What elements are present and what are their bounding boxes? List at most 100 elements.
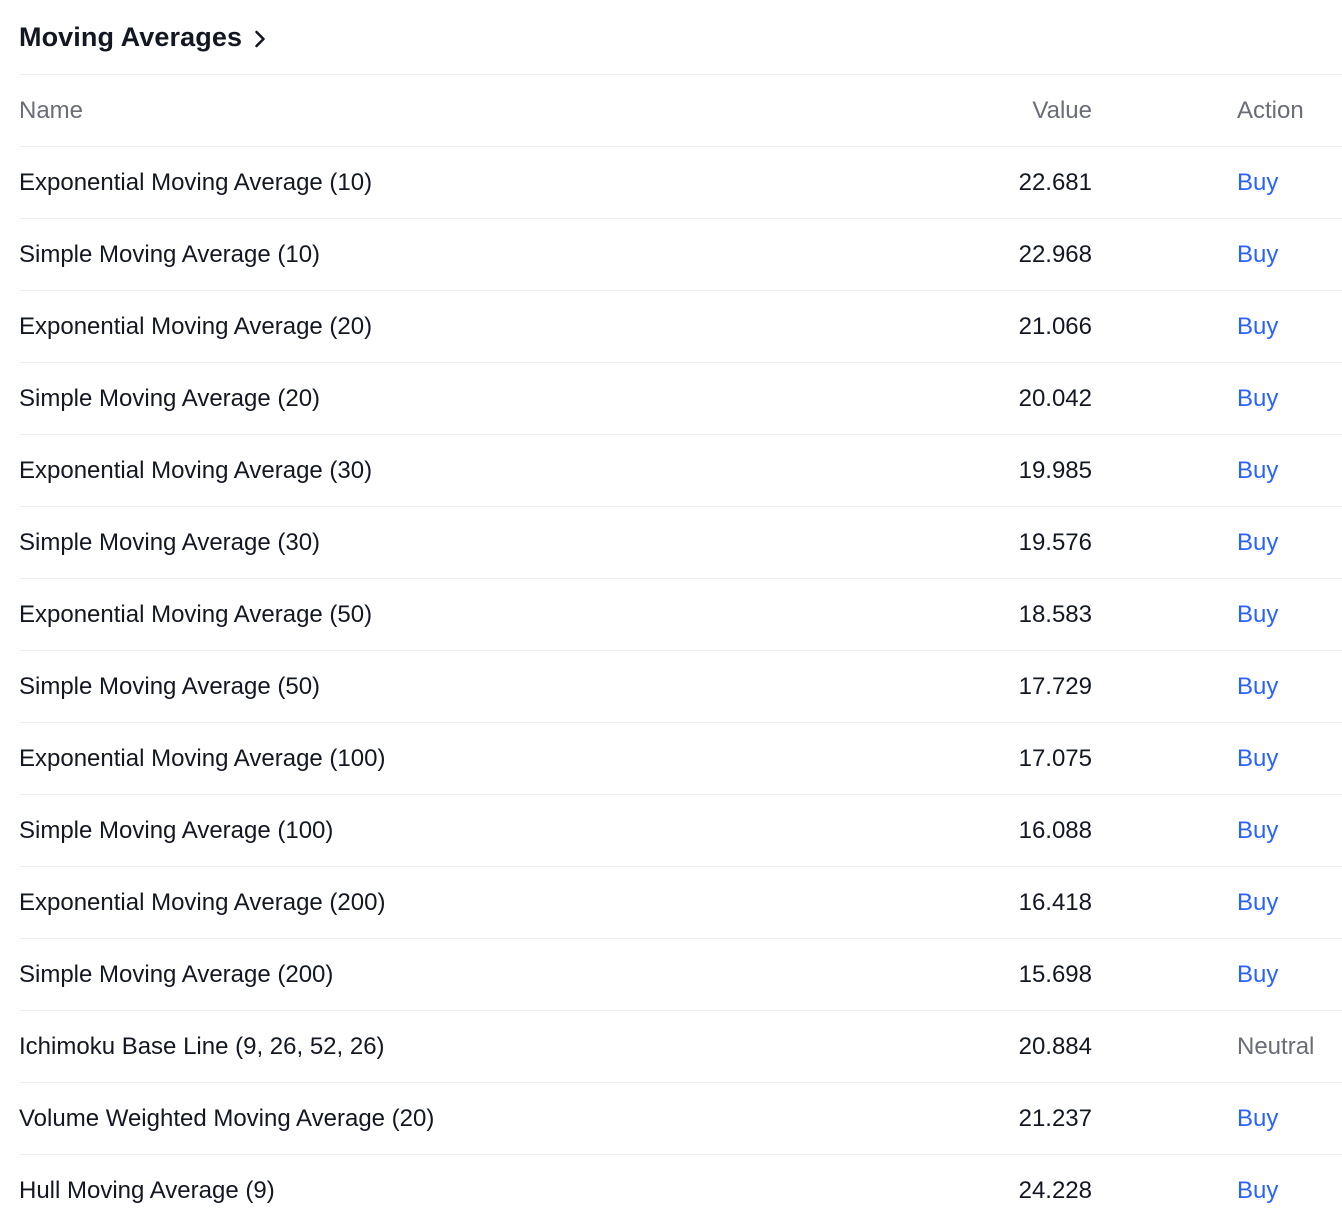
action-cell: Buy — [1237, 290, 1342, 363]
action-cell: Buy — [1237, 362, 1342, 435]
indicator-value: 22.681 — [899, 146, 1092, 219]
column-spacer — [1092, 75, 1237, 147]
action-buy-link[interactable]: Buy — [1237, 745, 1278, 772]
moving-averages-table: Name Value Action Exponential Moving Ave… — [19, 75, 1342, 1226]
indicator-name: Ichimoku Base Line (9, 26, 52, 26) — [19, 1010, 899, 1083]
table-row: Exponential Moving Average (10) 22.681 Buy — [19, 146, 1342, 219]
action-buy-link[interactable]: Buy — [1237, 385, 1278, 412]
table-row: Exponential Moving Average (200) 16.418 Bu… — [19, 866, 1342, 939]
action-cell: Buy — [1237, 722, 1342, 795]
indicator-value: 19.985 — [899, 434, 1092, 507]
indicator-value: 16.088 — [899, 794, 1092, 867]
indicator-name: Exponential Moving Average (100) — [19, 722, 899, 795]
action-cell: Buy — [1237, 866, 1342, 939]
table-row: Simple Moving Average (200) 15.698 Buy — [19, 938, 1342, 1011]
row-spacer — [1092, 362, 1237, 435]
indicator-value: 21.066 — [899, 290, 1092, 363]
table-row: Simple Moving Average (30) 19.576 Buy — [19, 506, 1342, 579]
row-spacer — [1092, 794, 1237, 867]
action-buy-link[interactable]: Buy — [1237, 817, 1278, 844]
indicator-name: Exponential Moving Average (200) — [19, 866, 899, 939]
row-spacer — [1092, 506, 1237, 579]
action-buy-link[interactable]: Buy — [1237, 529, 1278, 556]
indicator-name: Simple Moving Average (100) — [19, 794, 899, 867]
row-spacer — [1092, 866, 1237, 939]
indicator-value: 24.228 — [1018, 1176, 1092, 1204]
indicator-value: 20.884 — [899, 1010, 1092, 1083]
row-spacer — [1092, 1082, 1237, 1155]
indicator-value: 18.583 — [899, 578, 1092, 651]
action-buy-link[interactable]: Buy — [1237, 169, 1278, 196]
section-title-link[interactable]: Moving Averages — [19, 0, 266, 75]
indicator-name: Exponential Moving Average (20) — [19, 290, 899, 363]
row-spacer — [1092, 722, 1237, 795]
action-cell: Buy — [1237, 938, 1342, 1011]
indicator-name: Simple Moving Average (30) — [19, 506, 899, 579]
action-cell: Buy — [1237, 1082, 1342, 1155]
action-buy-link[interactable]: Buy — [1237, 1177, 1278, 1204]
column-header-name: Name — [19, 75, 899, 147]
chevron-right-icon — [255, 30, 265, 47]
action-buy-link[interactable]: Buy — [1237, 673, 1278, 700]
action-cell: Buy — [1237, 506, 1342, 579]
action-buy-link[interactable]: Buy — [1237, 1105, 1278, 1132]
indicator-name: Exponential Moving Average (30) — [19, 434, 899, 507]
row-spacer — [1092, 290, 1237, 363]
indicator-value: 19.576 — [899, 506, 1092, 579]
action-cell: Buy — [1237, 434, 1342, 507]
indicator-name: Exponential Moving Average (50) — [19, 578, 899, 651]
indicator-name: Simple Moving Average (20) — [19, 362, 899, 435]
table-row: Exponential Moving Average (100) 17.075 Bu… — [19, 722, 1342, 795]
table-row: Simple Moving Average (100) 16.088 Buy — [19, 794, 1342, 867]
table-body: Exponential Moving Average (10) 22.681 Buy… — [19, 146, 1342, 1227]
table-row: Exponential Moving Average (30) 19.985 Buy — [19, 434, 1342, 507]
indicator-name: Simple Moving Average (50) — [19, 650, 899, 723]
action-cell: Buy — [1237, 1155, 1342, 1227]
row-spacer — [1092, 578, 1237, 651]
row-spacer — [1092, 938, 1237, 1011]
moving-averages-panel: Moving Averages Name Value Action Expone… — [0, 0, 1342, 1232]
indicator-name: Simple Moving Average (10) — [19, 218, 899, 291]
table-row: Exponential Moving Average (20) 21.066 Buy — [19, 290, 1342, 363]
action-buy-link[interactable]: Buy — [1237, 889, 1278, 916]
action-buy-link[interactable]: Buy — [1237, 457, 1278, 484]
action-buy-link[interactable]: Buy — [1237, 961, 1278, 988]
action-buy-link[interactable]: Buy — [1237, 313, 1278, 340]
indicator-name: Exponential Moving Average (10) — [19, 146, 899, 219]
indicator-value: 16.418 — [899, 866, 1092, 939]
table-row: Ichimoku Base Line (9, 26, 52, 26) 20.884… — [19, 1010, 1342, 1083]
action-buy-link[interactable]: Buy — [1237, 601, 1278, 628]
table-row: Simple Moving Average (20) 20.042 Buy — [19, 362, 1342, 435]
indicator-name: Volume Weighted Moving Average (20) — [19, 1082, 899, 1155]
column-header-action: Action — [1237, 75, 1342, 147]
table-row: Hull Moving Average (9) 24.228 Buy — [19, 1155, 1342, 1227]
row-spacer — [1092, 146, 1237, 219]
indicator-value: 21.237 — [899, 1082, 1092, 1155]
table-row: Exponential Moving Average (50) 18.583 Buy — [19, 578, 1342, 651]
indicator-value: 22.968 — [899, 218, 1092, 291]
section-title: Moving Averages — [19, 22, 243, 52]
table-row: Simple Moving Average (50) 17.729 Buy — [19, 650, 1342, 723]
indicator-value: 15.698 — [899, 938, 1092, 1011]
action-cell: Buy — [1237, 218, 1342, 291]
action-cell: Neutral — [1237, 1010, 1342, 1083]
indicator-value: 17.729 — [899, 650, 1092, 723]
indicator-value: 17.075 — [899, 722, 1092, 795]
table-row: Simple Moving Average (10) 22.968 Buy — [19, 218, 1342, 291]
row-spacer — [1092, 1010, 1237, 1083]
row-spacer — [1092, 650, 1237, 723]
row-spacer — [1092, 218, 1237, 291]
row-spacer — [1092, 434, 1237, 507]
action-cell: Buy — [1237, 794, 1342, 867]
indicator-name: Hull Moving Average (9) — [19, 1176, 275, 1204]
action-neutral-link[interactable]: Neutral — [1237, 1033, 1314, 1060]
indicator-name: Simple Moving Average (200) — [19, 938, 899, 1011]
indicator-value: 20.042 — [899, 362, 1092, 435]
action-cell: Buy — [1237, 578, 1342, 651]
table-header-row: Name Value Action — [19, 75, 1342, 147]
column-header-value: Value — [899, 75, 1092, 147]
row-spacer — [1092, 1155, 1237, 1227]
action-cell: Buy — [1237, 650, 1342, 723]
table-row: Volume Weighted Moving Average (20) 21.23… — [19, 1082, 1342, 1155]
action-buy-link[interactable]: Buy — [1237, 241, 1278, 268]
